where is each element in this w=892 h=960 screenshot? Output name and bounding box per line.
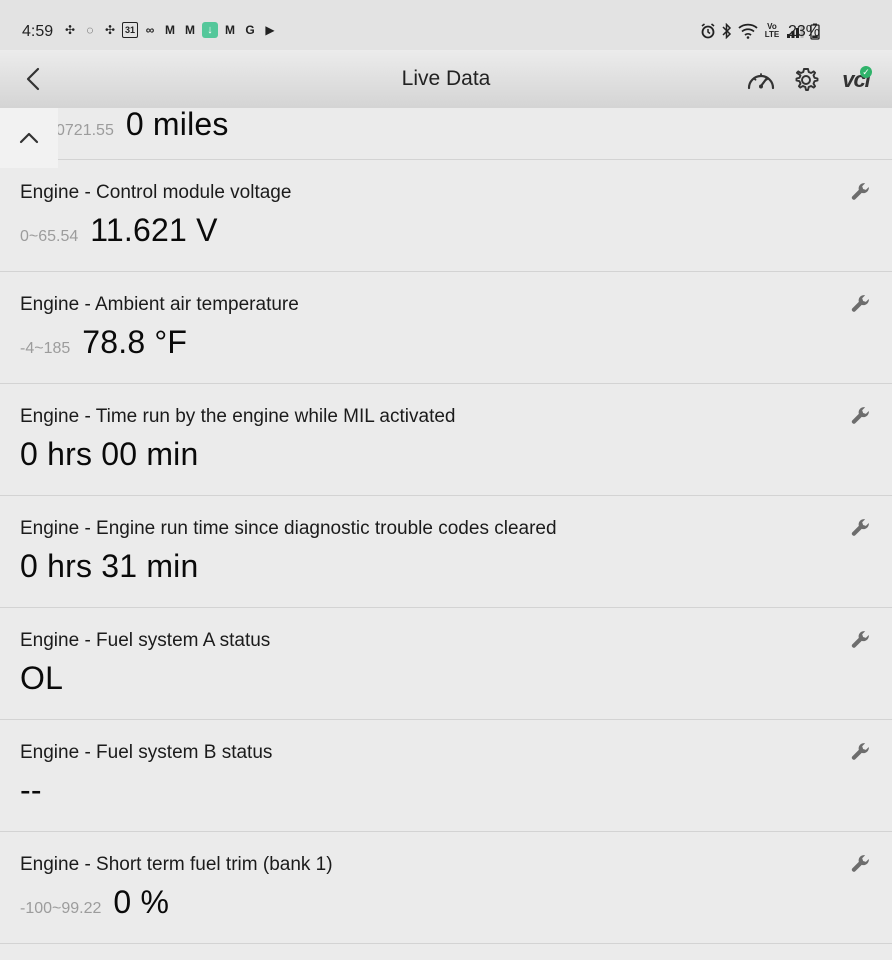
gmail-icon-3: M xyxy=(225,23,235,37)
wrench-icon[interactable] xyxy=(850,293,872,315)
google-icon: G xyxy=(245,23,255,37)
item-value: 0 hrs 31 min xyxy=(20,548,199,584)
list-item: Engine - Ambient air temperature -4~185 … xyxy=(0,272,892,384)
wrench-icon[interactable] xyxy=(850,517,872,539)
gear-icon xyxy=(795,68,819,91)
item-value: 0 % xyxy=(113,884,170,920)
item-label: Engine - Short term fuel trim (bank 1) xyxy=(20,854,333,875)
item-label: Engine - Time run by the engine while MI… xyxy=(20,406,456,427)
item-value: OL xyxy=(20,660,64,696)
calendar-icon: 31 xyxy=(122,22,138,38)
item-range: -4~185 xyxy=(20,340,71,357)
item-value: 78.8 °F xyxy=(82,324,188,360)
item-value: 0 hrs 00 min xyxy=(20,436,199,472)
item-label: Engine - Fuel system B status xyxy=(20,742,273,763)
gmail-icon: M xyxy=(165,23,175,37)
chevron-up-icon xyxy=(19,132,39,144)
live-data-list: 0721.55 0 miles Engine - Control module … xyxy=(0,106,892,944)
voicemail-icon: ∞ xyxy=(145,23,155,37)
list-item: Engine - Time run by the engine while MI… xyxy=(0,384,892,496)
list-item: Engine - Engine run time since diagnosti… xyxy=(0,496,892,608)
play-icon: ▶ xyxy=(265,23,275,37)
item-range: 0721.55 xyxy=(56,122,114,139)
status-time: 4:59 xyxy=(22,23,54,40)
item-value: 11.621 V xyxy=(90,212,218,248)
vci-connection-button[interactable]: vci ✓ xyxy=(836,64,876,96)
battery-percent: 23% xyxy=(788,23,821,40)
back-button[interactable] xyxy=(18,62,48,96)
list-item-partial: 0721.55 0 miles xyxy=(0,106,892,160)
item-value: -- xyxy=(20,772,42,808)
notification-icons: ✣ ◌ ✣ 31 ∞ M M ↓ M G ▶ xyxy=(62,22,278,38)
volte-icon: Vo LTE xyxy=(764,22,780,39)
alarm-icon xyxy=(700,22,716,40)
wrench-icon[interactable] xyxy=(850,629,872,651)
item-label: Engine - Ambient air temperature xyxy=(20,294,299,315)
item-label: Engine - Control module voltage xyxy=(20,182,292,203)
chevron-left-icon xyxy=(26,67,40,91)
gauge-icon xyxy=(747,73,775,90)
list-item: Engine - Fuel system A status OL xyxy=(0,608,892,720)
wifi-icon xyxy=(738,22,758,40)
list-item: Engine - Fuel system B status -- xyxy=(0,720,892,832)
wrench-icon[interactable] xyxy=(850,741,872,763)
list-item: Engine - Control module voltage 0~65.54 … xyxy=(0,160,892,272)
list-item: Engine - Short term fuel trim (bank 1) -… xyxy=(0,832,892,944)
item-range: -100~99.22 xyxy=(20,900,102,917)
item-value: 0 miles xyxy=(125,106,229,142)
scroll-up-button[interactable] xyxy=(0,108,58,168)
fan-icon: ✣ xyxy=(64,23,76,37)
status-bar: 4:59 ✣ ◌ ✣ 31 ∞ M M ↓ M G ▶ Vo LTE 23% xyxy=(0,0,892,50)
fan-icon-2: ✣ xyxy=(104,23,116,37)
item-label: Engine - Fuel system A status xyxy=(20,630,271,651)
app-header: Live Data vci ✓ xyxy=(0,50,892,108)
wrench-icon[interactable] xyxy=(850,405,872,427)
whatsapp-icon: ◌ xyxy=(86,23,94,37)
item-range: 0~65.54 xyxy=(20,228,79,245)
download-icon: ↓ xyxy=(202,22,218,38)
gmail-icon-2: M xyxy=(185,23,195,37)
settings-button[interactable] xyxy=(790,64,822,96)
wrench-icon[interactable] xyxy=(850,853,872,875)
wrench-icon[interactable] xyxy=(850,181,872,203)
connected-check-icon: ✓ xyxy=(860,66,872,78)
gauge-button[interactable] xyxy=(745,64,777,96)
bluetooth-icon xyxy=(722,22,732,40)
item-label: Engine - Engine run time since diagnosti… xyxy=(20,518,557,539)
